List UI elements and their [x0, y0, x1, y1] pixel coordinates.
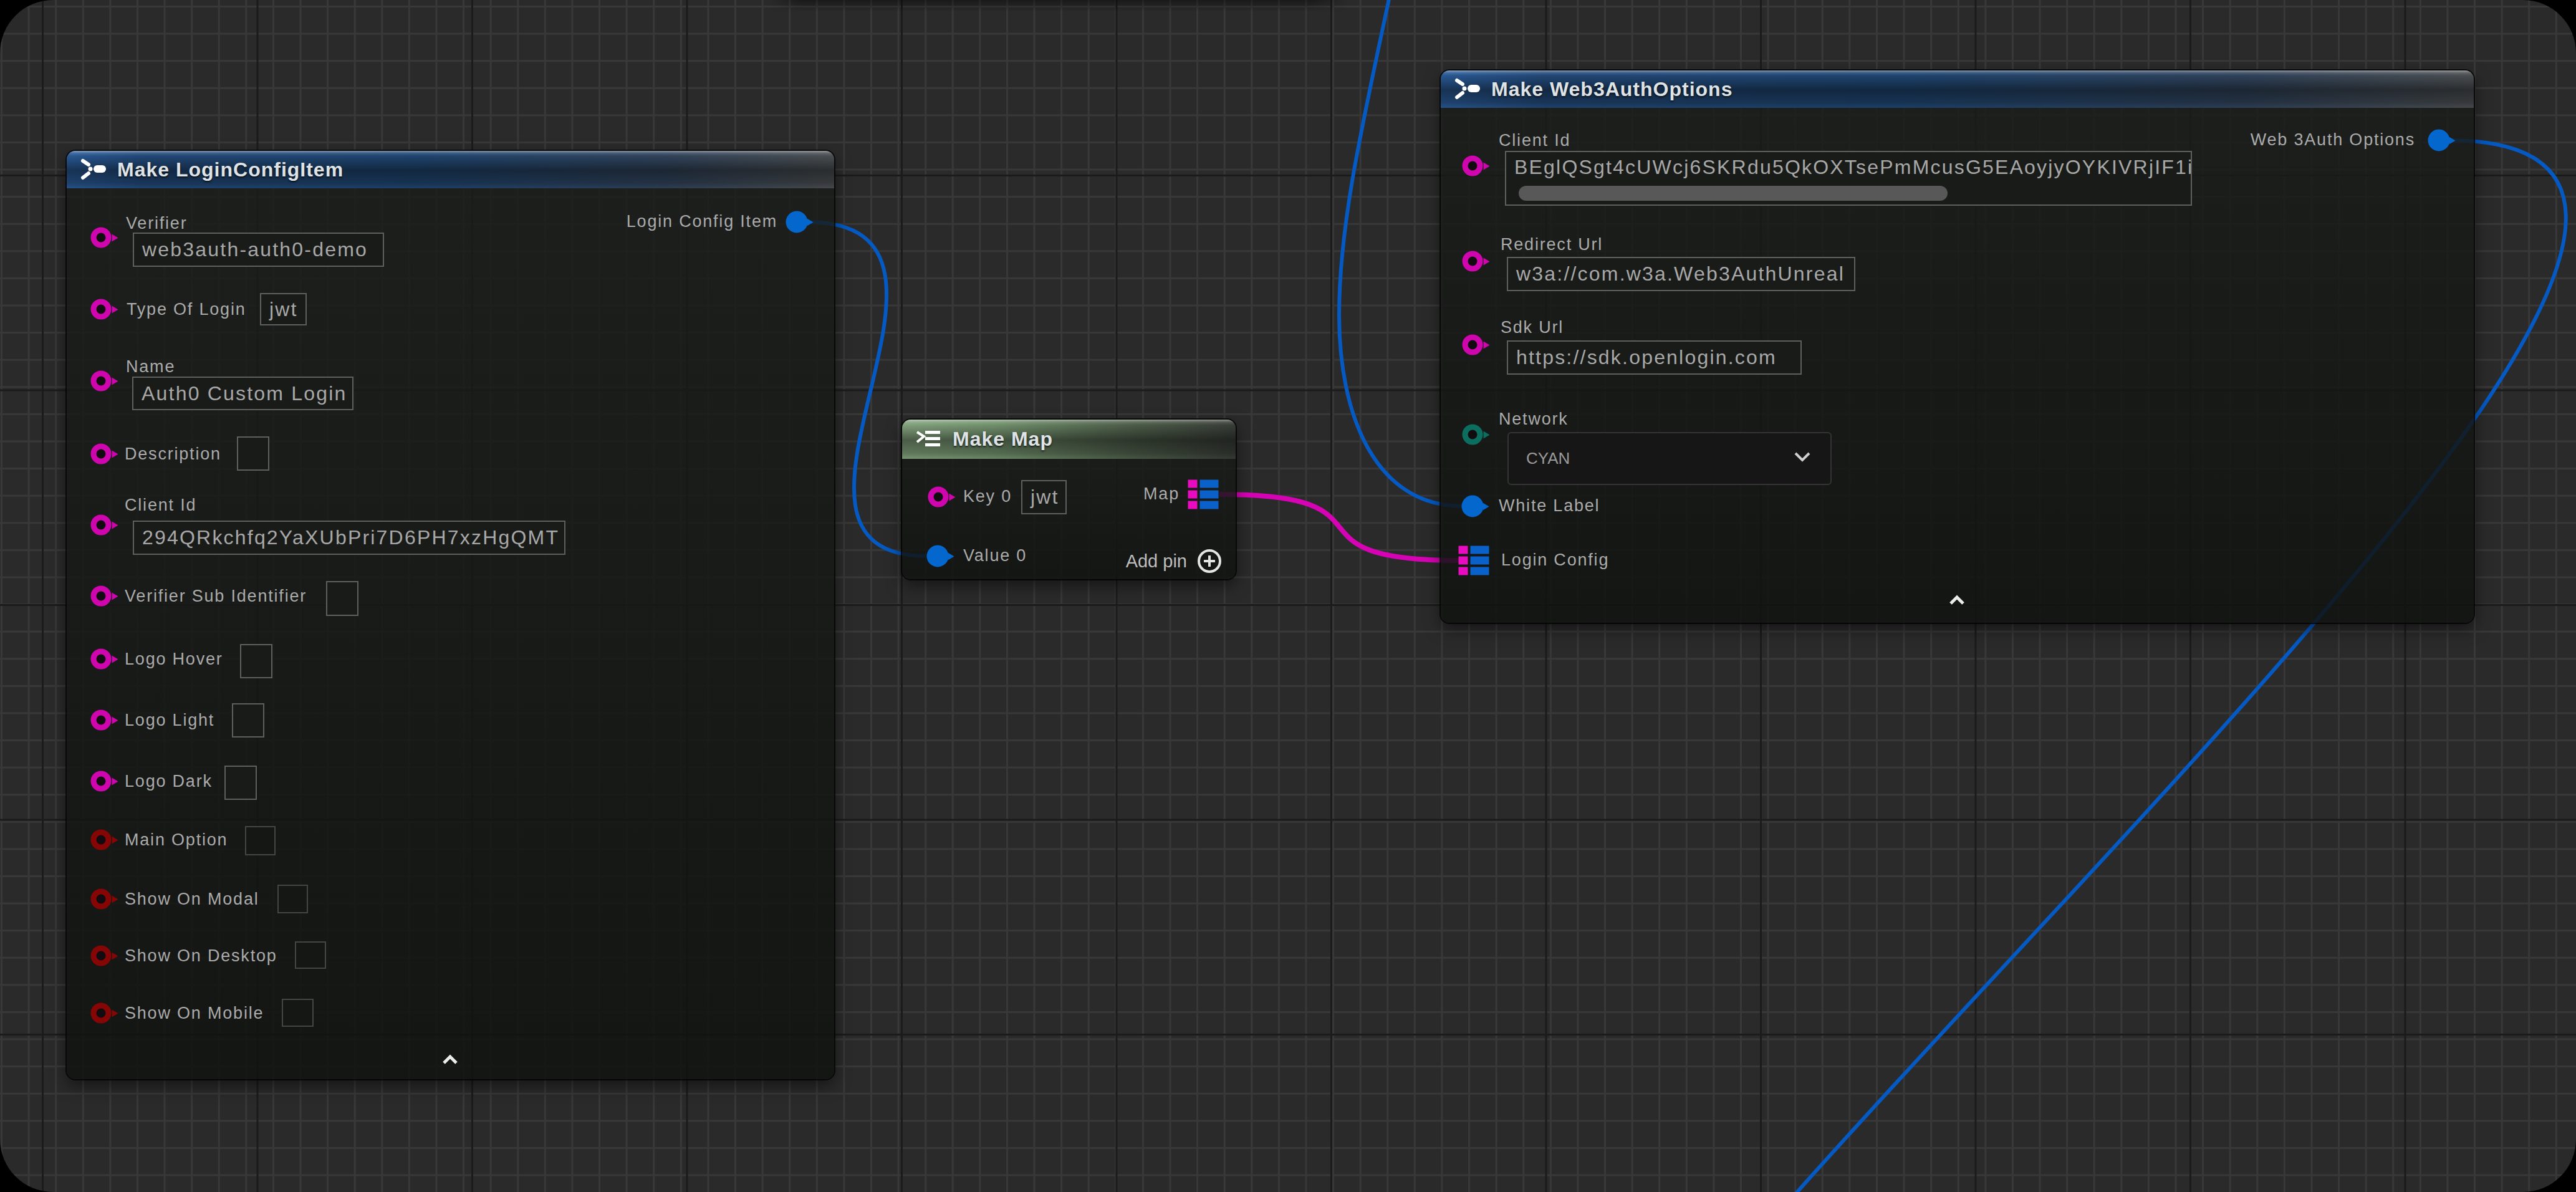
- pin-logo-dark[interactable]: [91, 771, 112, 792]
- collapse-chevron-icon[interactable]: [1948, 594, 1966, 609]
- node-make-login-config-item[interactable]: Make LoginConfigItem Verifier web3auth-aut…: [67, 151, 834, 1079]
- field-type-of-login[interactable]: jwt: [260, 293, 307, 325]
- pin-login-config-item-out[interactable]: [786, 211, 808, 233]
- node-header-make-map[interactable]: Make Map: [902, 420, 1236, 459]
- pin-label-description: Description: [125, 445, 221, 464]
- field-redirect-url[interactable]: w3a://com.w3a.Web3AuthUnreal: [1507, 257, 1855, 291]
- node-make-web3auth-options[interactable]: Make Web3AuthOptions Client Id BEglQSgt4cU…: [1441, 70, 2474, 623]
- pin-label-show-on-modal: Show On Modal: [125, 890, 259, 909]
- pin-label-login-config-item-out: Login Config Item: [627, 212, 777, 231]
- field-text-sdk-url: https://sdk.openlogin.com: [1516, 346, 1777, 369]
- pin-main-option[interactable]: [91, 830, 112, 850]
- pin-client-id[interactable]: [91, 515, 112, 536]
- field-text-verifier: web3auth-auth0-demo: [142, 238, 368, 261]
- pin-label-logo-dark: Logo Dark: [125, 772, 213, 791]
- checkbox-show-on-mobile[interactable]: [282, 999, 314, 1027]
- field-logo-hover[interactable]: [240, 644, 272, 678]
- node-header-make-login-config-item[interactable]: Make LoginConfigItem: [67, 151, 834, 188]
- pin-key-0[interactable]: [928, 487, 949, 507]
- offscreen-node-bottom-edge[interactable]: [769, 0, 1347, 11]
- add-pin-icon: [1196, 547, 1223, 575]
- field-client-id[interactable]: 294QRkchfq2YaXUbPri7D6PH7xzHgQMT: [133, 521, 565, 555]
- field-name[interactable]: Auth0 Custom Login: [132, 377, 353, 410]
- field-text-client-id: 294QRkchfq2YaXUbPri7D6PH7xzHgQMT: [142, 526, 559, 549]
- checkbox-show-on-desktop[interactable]: [295, 941, 326, 969]
- field-text-client-id-w3: BEglQSgt4cUWcj6SKRdu5QkOXTsePmMcusG5EAoy…: [1514, 156, 2192, 179]
- add-pin-label: Add pin: [1126, 551, 1187, 572]
- pin-description[interactable]: [91, 444, 112, 464]
- pin-label-login-config: Login Config: [1501, 550, 1609, 570]
- pin-show-on-mobile[interactable]: [91, 1003, 112, 1024]
- field-client-id-w3[interactable]: BEglQSgt4cUWcj6SKRdu5QkOXTsePmMcusG5EAoy…: [1505, 151, 2192, 206]
- pin-label-value-0: Value 0: [963, 546, 1027, 565]
- pin-redirect-url[interactable]: [1463, 251, 1483, 272]
- pin-login-config[interactable]: [1459, 546, 1489, 575]
- node-title-make-web3auth-options: Make Web3AuthOptions: [1491, 78, 1733, 101]
- pin-verifier-sub-identifier[interactable]: [91, 586, 112, 607]
- node-title-make-map: Make Map: [953, 428, 1053, 451]
- pin-label-logo-light: Logo Light: [125, 711, 214, 730]
- pin-label-logo-hover: Logo Hover: [125, 650, 223, 669]
- node-title-make-login-config-item: Make LoginConfigItem: [117, 158, 344, 181]
- w-map-to-config[interactable]: [1219, 494, 1460, 560]
- blueprint-canvas[interactable]: Make LoginConfigItem Verifier web3auth-aut…: [0, 0, 2576, 1192]
- node-header-make-web3auth-options[interactable]: Make Web3AuthOptions: [1441, 70, 2474, 108]
- pin-label-white-label: White Label: [1499, 496, 1600, 516]
- field-verifier[interactable]: web3auth-auth0-demo: [133, 233, 384, 267]
- pin-white-label[interactable]: [1462, 496, 1484, 517]
- pin-label-show-on-mobile: Show On Mobile: [125, 1004, 264, 1023]
- field-logo-dark[interactable]: [224, 766, 257, 800]
- pin-label-show-on-desktop: Show On Desktop: [125, 946, 277, 966]
- field-text-key-0: jwt: [1031, 486, 1059, 509]
- field-verifier-sub-identifier[interactable]: [326, 581, 358, 616]
- make-struct-icon: [79, 157, 107, 182]
- pin-type-of-login[interactable]: [91, 299, 112, 320]
- pin-label-type-of-login: Type Of Login: [127, 300, 246, 319]
- pin-label-main-option: Main Option: [125, 830, 228, 850]
- field-text-redirect-url: w3a://com.w3a.Web3AuthUnreal: [1516, 262, 1845, 286]
- pin-label-sdk-url: Sdk Url: [1501, 318, 1564, 337]
- pin-show-on-desktop[interactable]: [91, 946, 112, 966]
- pin-label-client-id: Client Id: [125, 496, 196, 515]
- pin-client-id-w3[interactable]: [1463, 156, 1483, 176]
- pin-logo-light[interactable]: [91, 710, 112, 731]
- select-value-network: CYAN: [1526, 449, 1570, 468]
- pin-label-verifier-sub-identifier: Verifier Sub Identifier: [125, 587, 307, 606]
- pin-show-on-modal[interactable]: [91, 889, 112, 910]
- pin-web3auth-options-out[interactable]: [2428, 130, 2450, 151]
- field-scrollbar-client-id-w3[interactable]: [1519, 186, 1948, 201]
- pin-logo-hover[interactable]: [91, 649, 112, 670]
- pin-label-name: Name: [126, 357, 175, 377]
- pin-label-verifier: Verifier: [126, 214, 187, 233]
- pin-network[interactable]: [1463, 425, 1483, 445]
- select-network[interactable]: CYAN: [1507, 432, 1832, 485]
- checkbox-main-option[interactable]: [245, 826, 276, 855]
- field-logo-light[interactable]: [232, 703, 264, 738]
- field-text-type-of-login: jwt: [269, 298, 298, 321]
- pin-map-out[interactable]: [1188, 480, 1219, 509]
- field-sdk-url[interactable]: https://sdk.openlogin.com: [1507, 340, 1802, 375]
- pin-label-network: Network: [1499, 410, 1569, 429]
- pin-sdk-url[interactable]: [1463, 335, 1483, 355]
- pin-label-key-0: Key 0: [963, 487, 1012, 506]
- pin-name[interactable]: [91, 371, 112, 392]
- pin-value-0[interactable]: [927, 546, 949, 567]
- pin-label-client-id-w3: Client Id: [1499, 131, 1570, 150]
- pin-label-map-out: Map: [1143, 484, 1180, 504]
- field-text-name: Auth0 Custom Login: [142, 382, 347, 405]
- checkbox-show-on-modal[interactable]: [277, 885, 308, 913]
- collapse-chevron-icon[interactable]: [441, 1054, 459, 1069]
- select-chevron-icon: [1792, 449, 1813, 468]
- make-map-icon: [914, 427, 943, 452]
- field-key-0[interactable]: jwt: [1021, 480, 1067, 514]
- node-make-map[interactable]: Make Map Key 0 jwt Value 0 Map Add pin: [902, 420, 1236, 579]
- add-pin-button[interactable]: Add pin: [1126, 547, 1223, 575]
- pin-label-redirect-url: Redirect Url: [1501, 235, 1603, 254]
- field-description[interactable]: [237, 436, 269, 471]
- make-struct-icon: [1453, 77, 1481, 102]
- pin-label-web3auth-options-out: Web 3Auth Options: [2251, 130, 2415, 150]
- pin-verifier[interactable]: [91, 228, 112, 248]
